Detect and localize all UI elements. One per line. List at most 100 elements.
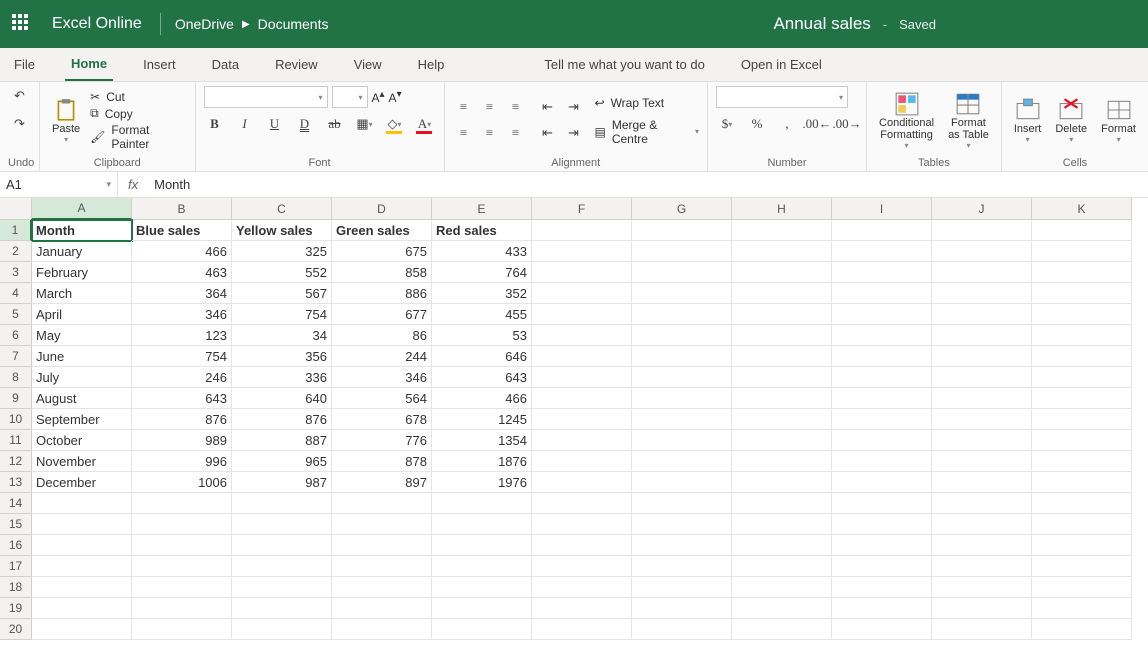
column-header-B[interactable]: B	[132, 198, 232, 220]
cell-C2[interactable]: 325	[232, 241, 332, 262]
cell-K16[interactable]	[1032, 535, 1132, 556]
column-header-C[interactable]: C	[232, 198, 332, 220]
cell-E2[interactable]: 433	[432, 241, 532, 262]
cell-E10[interactable]: 1245	[432, 409, 532, 430]
cell-C10[interactable]: 876	[232, 409, 332, 430]
underline-button[interactable]: U	[264, 114, 286, 134]
cell-I10[interactable]	[832, 409, 932, 430]
row-header-6[interactable]: 6	[0, 325, 32, 346]
font-size-select[interactable]	[332, 86, 368, 108]
cell-F5[interactable]	[532, 304, 632, 325]
accounting-format-button[interactable]: $	[716, 114, 738, 134]
column-header-G[interactable]: G	[632, 198, 732, 220]
column-header-J[interactable]: J	[932, 198, 1032, 220]
cell-B18[interactable]	[132, 577, 232, 598]
cell-E6[interactable]: 53	[432, 325, 532, 346]
cell-I3[interactable]	[832, 262, 932, 283]
cell-F1[interactable]	[532, 220, 632, 241]
cell-G17[interactable]	[632, 556, 732, 577]
column-header-H[interactable]: H	[732, 198, 832, 220]
cell-J10[interactable]	[932, 409, 1032, 430]
cell-B12[interactable]: 996	[132, 451, 232, 472]
undo-button[interactable]: ↶	[9, 86, 31, 106]
cell-C1[interactable]: Yellow sales	[232, 220, 332, 241]
cell-G4[interactable]	[632, 283, 732, 304]
cell-I2[interactable]	[832, 241, 932, 262]
cell-J2[interactable]	[932, 241, 1032, 262]
row-header-20[interactable]: 20	[0, 619, 32, 640]
cell-H16[interactable]	[732, 535, 832, 556]
cell-G11[interactable]	[632, 430, 732, 451]
cell-H15[interactable]	[732, 514, 832, 535]
cell-J14[interactable]	[932, 493, 1032, 514]
cell-C3[interactable]: 552	[232, 262, 332, 283]
cell-I5[interactable]	[832, 304, 932, 325]
select-all-corner[interactable]	[0, 198, 32, 220]
font-color-button[interactable]: A	[414, 114, 436, 134]
cell-D14[interactable]	[332, 493, 432, 514]
cell-E14[interactable]	[432, 493, 532, 514]
cell-J3[interactable]	[932, 262, 1032, 283]
cell-C13[interactable]: 987	[232, 472, 332, 493]
cell-D16[interactable]	[332, 535, 432, 556]
number-format-select[interactable]	[716, 86, 848, 108]
cell-G18[interactable]	[632, 577, 732, 598]
cell-A3[interactable]: February	[32, 262, 132, 283]
cell-E17[interactable]	[432, 556, 532, 577]
cell-B14[interactable]	[132, 493, 232, 514]
row-header-3[interactable]: 3	[0, 262, 32, 283]
cell-D20[interactable]	[332, 619, 432, 640]
fx-icon[interactable]: fx	[118, 177, 148, 192]
cell-A9[interactable]: August	[32, 388, 132, 409]
cell-I18[interactable]	[832, 577, 932, 598]
cell-J11[interactable]	[932, 430, 1032, 451]
cell-K17[interactable]	[1032, 556, 1132, 577]
cell-H19[interactable]	[732, 598, 832, 619]
cell-G13[interactable]	[632, 472, 732, 493]
cell-A15[interactable]	[32, 514, 132, 535]
tab-view[interactable]: View	[348, 48, 388, 81]
cell-K6[interactable]	[1032, 325, 1132, 346]
cell-C14[interactable]	[232, 493, 332, 514]
row-header-13[interactable]: 13	[0, 472, 32, 493]
cell-F9[interactable]	[532, 388, 632, 409]
cell-K10[interactable]	[1032, 409, 1132, 430]
conditional-formatting-button[interactable]: ConditionalFormatting	[875, 89, 938, 152]
cell-I4[interactable]	[832, 283, 932, 304]
cell-A10[interactable]: September	[32, 409, 132, 430]
cell-D2[interactable]: 675	[332, 241, 432, 262]
tab-help[interactable]: Help	[412, 48, 451, 81]
increase-indent-button[interactable]: ⇥	[563, 97, 585, 117]
cell-B1[interactable]: Blue sales	[132, 220, 232, 241]
cell-J18[interactable]	[932, 577, 1032, 598]
worksheet-grid[interactable]: ABCDEFGHIJK1MonthBlue salesYellow salesG…	[0, 198, 1148, 640]
cell-A6[interactable]: May	[32, 325, 132, 346]
cell-B8[interactable]: 246	[132, 367, 232, 388]
cell-J15[interactable]	[932, 514, 1032, 535]
redo-button[interactable]: ↷	[9, 114, 31, 134]
cell-D7[interactable]: 244	[332, 346, 432, 367]
cell-E9[interactable]: 466	[432, 388, 532, 409]
name-box[interactable]: A1▾	[0, 172, 118, 197]
cell-F4[interactable]	[532, 283, 632, 304]
cell-E12[interactable]: 1876	[432, 451, 532, 472]
cell-B9[interactable]: 643	[132, 388, 232, 409]
cell-B6[interactable]: 123	[132, 325, 232, 346]
tell-me-field[interactable]: Tell me what you want to do	[538, 48, 710, 81]
cell-G1[interactable]	[632, 220, 732, 241]
cell-F14[interactable]	[532, 493, 632, 514]
percent-format-button[interactable]: %	[746, 114, 768, 134]
bold-button[interactable]: B	[204, 114, 226, 134]
cell-H18[interactable]	[732, 577, 832, 598]
cell-B2[interactable]: 466	[132, 241, 232, 262]
cell-K9[interactable]	[1032, 388, 1132, 409]
cell-H5[interactable]	[732, 304, 832, 325]
cell-C11[interactable]: 887	[232, 430, 332, 451]
cell-I13[interactable]	[832, 472, 932, 493]
cell-F3[interactable]	[532, 262, 632, 283]
cell-E7[interactable]: 646	[432, 346, 532, 367]
cell-G9[interactable]	[632, 388, 732, 409]
cell-A1[interactable]: Month	[32, 220, 132, 241]
cell-C15[interactable]	[232, 514, 332, 535]
tab-insert[interactable]: Insert	[137, 48, 182, 81]
